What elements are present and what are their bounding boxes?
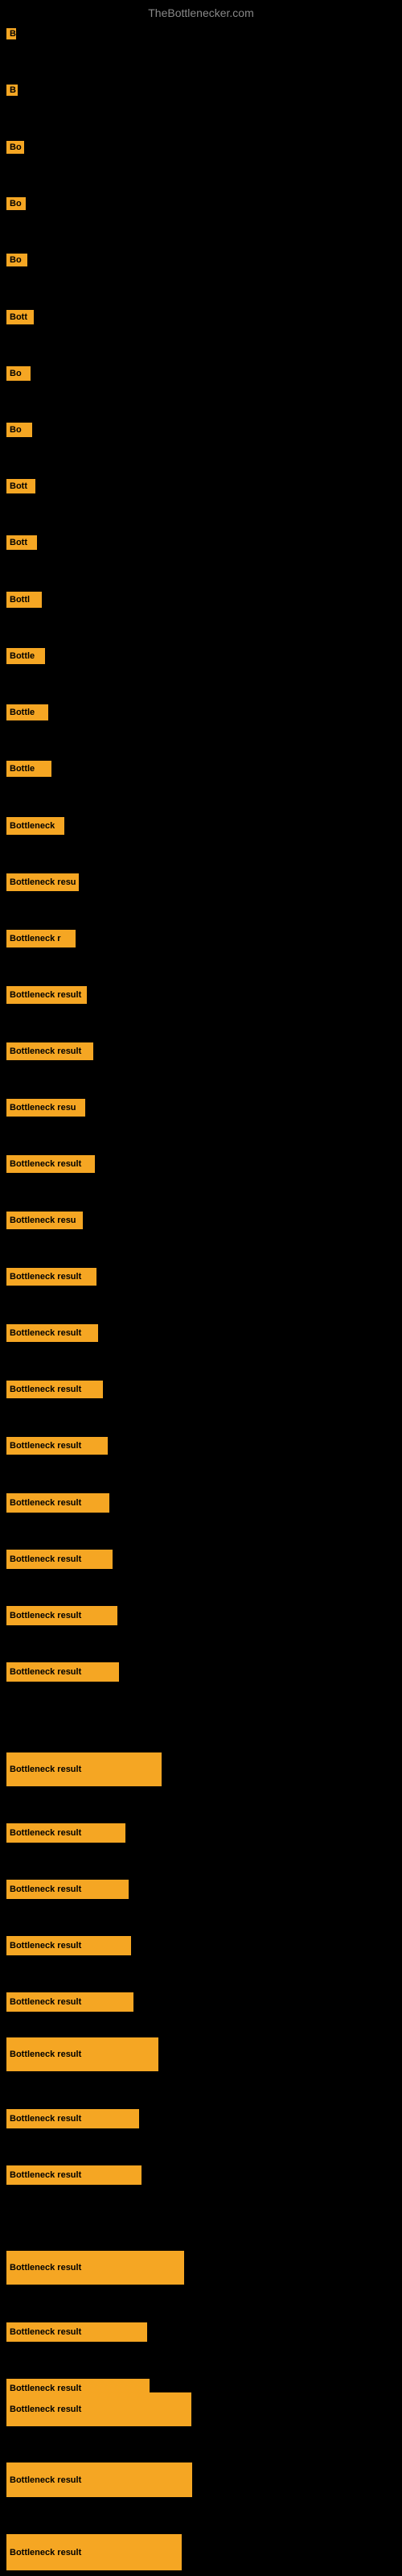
bar-label: Bottleneck result xyxy=(6,1662,119,1682)
bar-label: Bottleneck result xyxy=(6,1324,98,1342)
bar-item: Bottleneck result xyxy=(6,1550,113,1569)
bar-label: Bott xyxy=(6,479,35,493)
bar-item: Bottleneck result xyxy=(6,2322,147,2342)
bar-item: Bottl xyxy=(6,592,42,608)
bar-item: Bottleneck result xyxy=(6,1752,162,1786)
bar-label: Bottleneck r xyxy=(6,930,76,947)
bar-item: Bottleneck result xyxy=(6,1381,103,1398)
bar-label: Bottleneck result xyxy=(6,2322,147,2342)
bar-item: Bottle xyxy=(6,704,48,720)
bar-item: Bottleneck result xyxy=(6,2251,184,2285)
bar-item: Bottleneck result xyxy=(6,1493,109,1513)
bar-label: B xyxy=(6,28,16,39)
bar-label: Bottleneck result xyxy=(6,2109,139,2128)
bar-label: Bottleneck result xyxy=(6,2037,158,2071)
bar-item: Bottleneck result xyxy=(6,1936,131,1955)
bar-label: Bottleneck result xyxy=(6,1823,125,1843)
bar-item: Bottleneck result xyxy=(6,1606,117,1625)
bar-label: Bottleneck result xyxy=(6,1606,117,1625)
bar-label: Bo xyxy=(6,423,32,437)
bar-label: Bottleneck result xyxy=(6,1155,95,1173)
bar-item: B xyxy=(6,85,18,96)
bar-label: Bottleneck result xyxy=(6,2462,192,2497)
bar-item: Bottleneck result xyxy=(6,1880,129,1899)
bar-label: Bottle xyxy=(6,761,51,777)
bar-item: B xyxy=(6,28,16,39)
bar-item: Bottleneck resu xyxy=(6,873,79,891)
bar-item: Bo xyxy=(6,423,32,437)
bar-item: Bottleneck result xyxy=(6,986,87,1004)
bar-label: Bottleneck result xyxy=(6,1880,129,1899)
bar-item: Bottleneck result xyxy=(6,1268,96,1286)
bar-item: Bottleneck resu xyxy=(6,1099,85,1117)
bar-item: Bo xyxy=(6,197,26,210)
bar-label: Bottleneck result xyxy=(6,1437,108,1455)
bar-label: Bottleneck result xyxy=(6,1381,103,1398)
bar-item: Bottleneck result xyxy=(6,2109,139,2128)
bar-item: Bott xyxy=(6,479,35,493)
bar-label: Bottle xyxy=(6,648,45,664)
bar-item: Bottleneck result xyxy=(6,1823,125,1843)
bar-item: Bottleneck result xyxy=(6,2392,191,2426)
bar-item: Bottleneck result xyxy=(6,2462,192,2497)
bar-label: Bo xyxy=(6,366,31,381)
bar-label: B xyxy=(6,85,18,96)
bar-label: Bottleneck result xyxy=(6,2165,142,2185)
bar-item: Bottleneck result xyxy=(6,2037,158,2071)
bar-item: Bottleneck result xyxy=(6,1992,133,2012)
bar-item: Bottleneck result xyxy=(6,1324,98,1342)
bar-item: Bottle xyxy=(6,761,51,777)
bar-label: Bottleneck xyxy=(6,817,64,835)
bar-label: Bottleneck result xyxy=(6,1992,133,2012)
bar-label: Bottleneck result xyxy=(6,1752,162,1786)
bar-label: Bottleneck result xyxy=(6,1042,93,1060)
bar-label: Bottleneck resu xyxy=(6,1099,85,1117)
bar-item: Bo xyxy=(6,366,31,381)
bar-item: Bottleneck result xyxy=(6,2165,142,2185)
bar-label: Bottleneck result xyxy=(6,1268,96,1286)
bar-item: Bo xyxy=(6,141,24,154)
bar-item: Bottle xyxy=(6,648,45,664)
bar-item: Bott xyxy=(6,535,37,550)
bar-item: Bo xyxy=(6,254,27,266)
bar-label: Bo xyxy=(6,254,27,266)
bar-label: Bottleneck resu xyxy=(6,873,79,891)
bar-label: Bottleneck result xyxy=(6,1550,113,1569)
bar-label: Bottleneck result xyxy=(6,2251,184,2285)
bar-label: Bottl xyxy=(6,592,42,608)
bar-item: Bottleneck result xyxy=(6,2534,182,2570)
bar-label: Bottleneck result xyxy=(6,1493,109,1513)
bar-label: Bottleneck resu xyxy=(6,1212,83,1229)
bar-label: Bottleneck result xyxy=(6,2534,182,2570)
bar-item: Bottleneck result xyxy=(6,1437,108,1455)
bar-item: Bottleneck result xyxy=(6,1662,119,1682)
bar-label: Bottleneck result xyxy=(6,2392,191,2426)
bar-label: Bottleneck result xyxy=(6,986,87,1004)
bar-item: Bott xyxy=(6,310,34,324)
bar-item: Bottleneck r xyxy=(6,930,76,947)
bar-item: Bottleneck resu xyxy=(6,1212,83,1229)
bar-label: Bo xyxy=(6,197,26,210)
bar-label: Bott xyxy=(6,535,37,550)
bar-item: Bottleneck result xyxy=(6,1042,93,1060)
bar-item: Bottleneck xyxy=(6,817,64,835)
bar-label: Bott xyxy=(6,310,34,324)
bar-label: Bottleneck result xyxy=(6,1936,131,1955)
bar-item: Bottleneck result xyxy=(6,1155,95,1173)
site-title: TheBottlenecker.com xyxy=(148,6,254,19)
bar-label: Bo xyxy=(6,141,24,154)
bar-label: Bottle xyxy=(6,704,48,720)
